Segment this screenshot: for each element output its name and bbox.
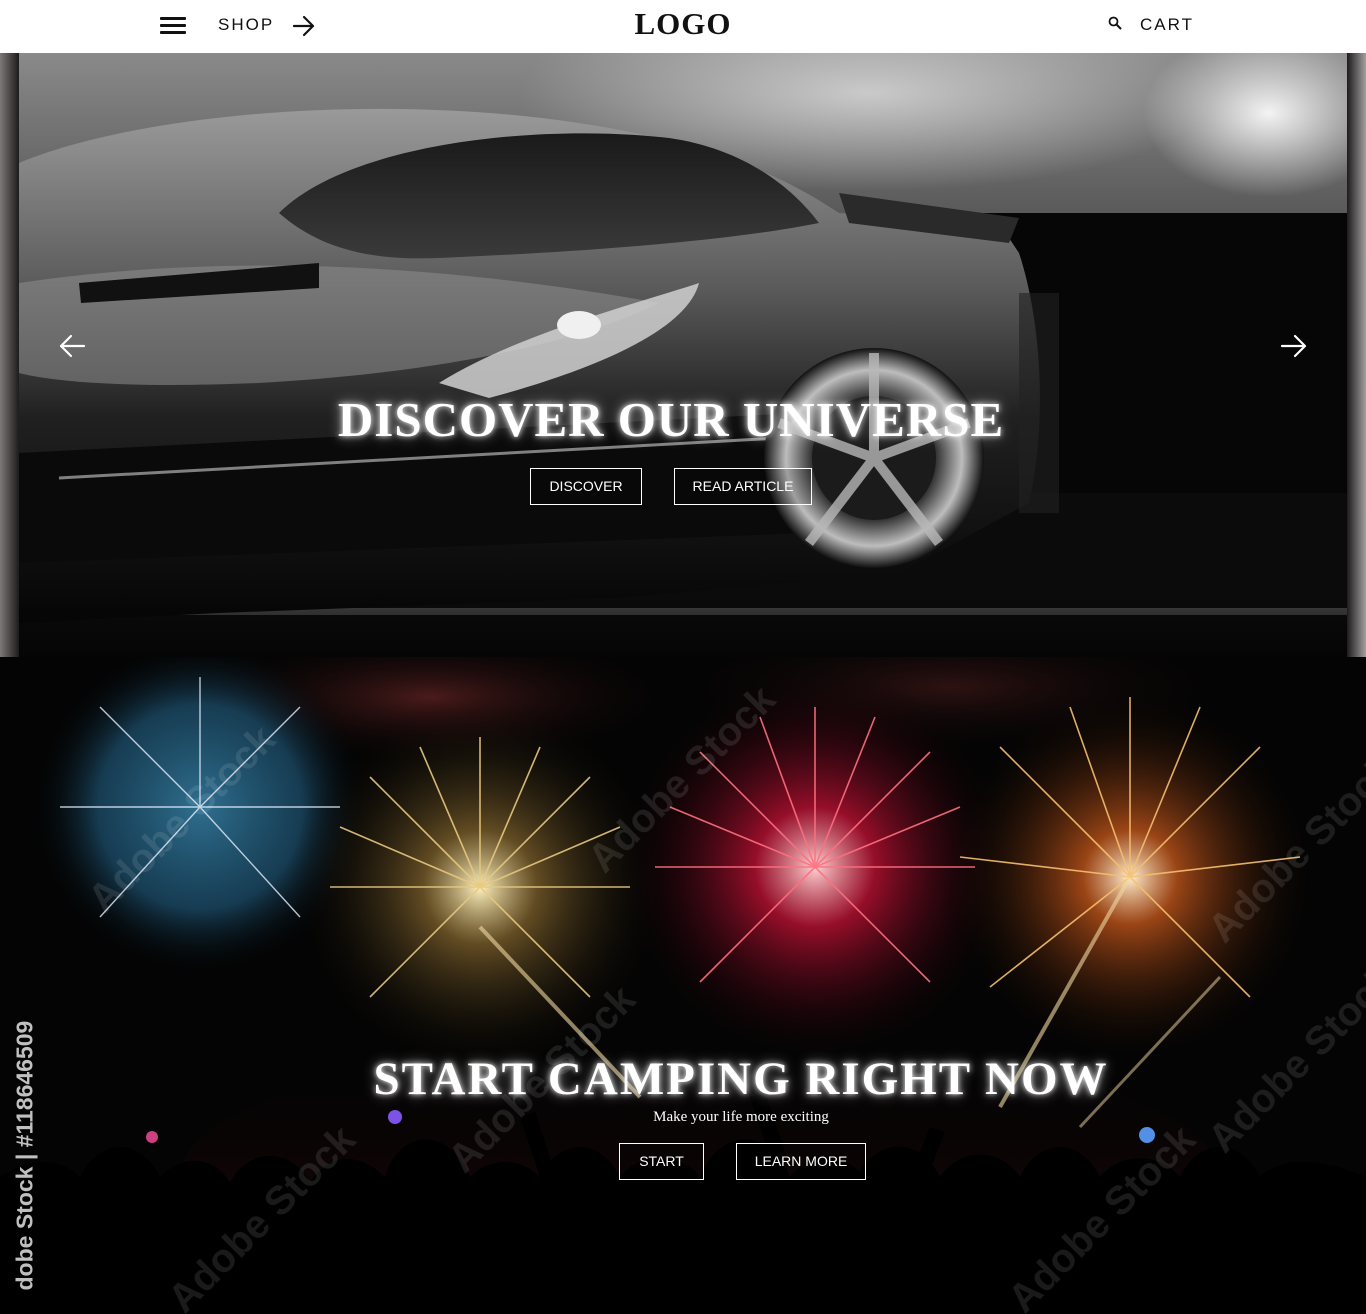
learn-more-button[interactable]: LEARN MORE [736,1143,866,1180]
hero-fireworks: Adobe Stock Adobe Stock Adobe Stock Adob… [0,657,1366,1314]
discover-button[interactable]: DISCOVER [530,468,642,505]
read-article-button[interactable]: READ ARTICLE [674,468,812,505]
search-icon[interactable] [1108,16,1122,30]
stock-id-watermark: dobe Stock | #118646509 [11,1020,38,1291]
hero-title: START CAMPING RIGHT NOW [373,1053,1109,1105]
arrow-right-icon[interactable] [1278,330,1310,362]
hero-title: DISCOVER OUR UNIVERSE [337,392,1005,447]
site-header: SHOP LOGO CART [0,0,1366,53]
hero-subtitle: Make your life more exciting [653,1109,829,1125]
logo[interactable]: LOGO [634,6,731,41]
hero-slider-car: DISCOVER OUR UNIVERSE DISCOVER READ ARTI… [0,53,1366,657]
hero-image-car [19,53,1347,657]
car-illustration [19,108,1347,657]
start-button[interactable]: START [619,1143,704,1180]
arrow-left-icon[interactable] [56,330,88,362]
cart-link[interactable]: CART [1140,15,1194,35]
hero-bottom-fade [19,597,1347,657]
